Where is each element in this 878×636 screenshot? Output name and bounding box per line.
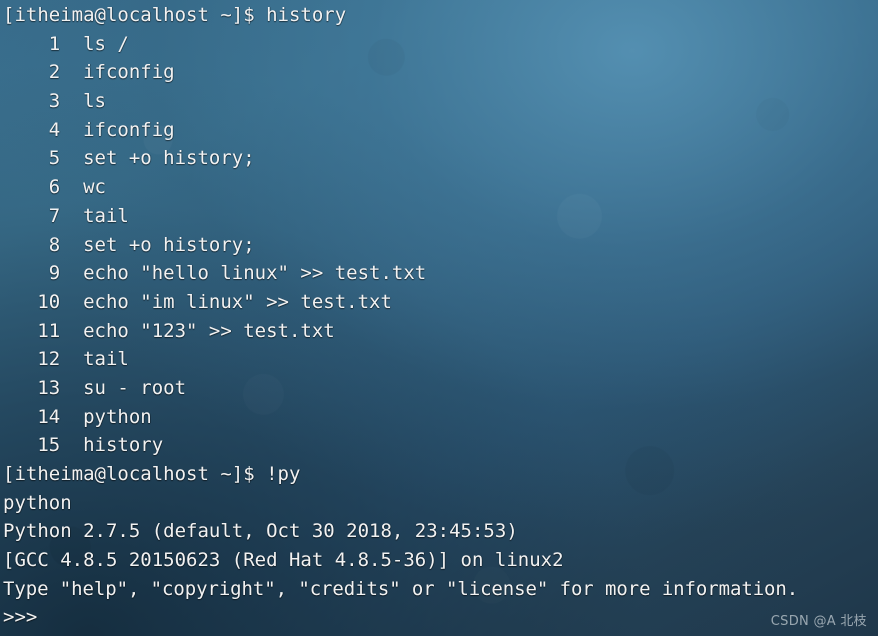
terminal-line: Python 2.7.5 (default, Oct 30 2018, 23:4… xyxy=(3,520,518,543)
python-prompt[interactable]: >>> xyxy=(3,603,878,632)
terminal-line: 14 python xyxy=(3,405,152,428)
terminal-output-area[interactable]: [itheima@localhost ~]$ history 1 ls / 2 … xyxy=(0,0,878,636)
terminal-window[interactable]: [itheima@localhost ~]$ history 1 ls / 2 … xyxy=(0,0,878,636)
terminal-line: 11 echo "123" >> test.txt xyxy=(3,319,335,342)
terminal-line: 15 history xyxy=(3,434,164,457)
terminal-line: 13 su - root xyxy=(3,376,187,399)
terminal-line: [itheima@localhost ~]$ history xyxy=(3,4,347,26)
terminal-line: 5 set +o history; xyxy=(3,147,255,170)
terminal-line: [GCC 4.8.5 20150623 (Red Hat 4.8.5-36)] … xyxy=(3,549,564,572)
terminal-line: 9 echo "hello linux" >> test.txt xyxy=(3,262,427,285)
terminal-line: 8 set +o history; xyxy=(3,233,255,256)
terminal-line: 2 ifconfig xyxy=(3,61,175,84)
terminal-line: 12 tail xyxy=(3,348,129,371)
terminal-line: 4 ifconfig xyxy=(3,118,175,141)
terminal-line: [itheima@localhost ~]$ !py xyxy=(3,463,301,485)
terminal-line: 10 echo "im linux" >> test.txt xyxy=(3,290,392,313)
terminal-line: 1 ls / xyxy=(3,32,129,55)
terminal-line: 7 tail xyxy=(3,204,129,227)
terminal-line: python xyxy=(3,491,72,514)
terminal-line: 6 wc xyxy=(3,176,106,199)
terminal-line: Type "help", "copyright", "credits" or "… xyxy=(3,577,799,600)
terminal-line: 3 ls xyxy=(3,90,106,113)
